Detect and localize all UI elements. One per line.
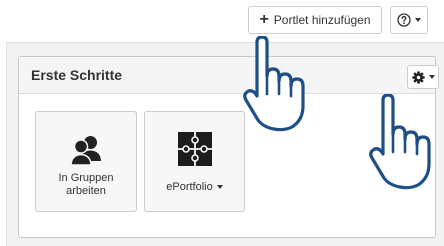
tile-eportfolio-text: ePortfolio xyxy=(166,181,213,193)
tile-eportfolio[interactable]: ePortfolio xyxy=(144,111,245,212)
users-icon xyxy=(71,136,101,166)
tile-groups[interactable]: In Gruppen arbeiten xyxy=(35,111,137,212)
plus-icon: + xyxy=(259,11,269,28)
add-portlet-label: Portlet hinzufügen xyxy=(273,13,371,27)
chevron-down-icon xyxy=(415,18,421,22)
help-menu-button[interactable] xyxy=(390,6,428,34)
tile-eportfolio-label: ePortfolio xyxy=(149,181,240,194)
portlet-header: Erste Schritte xyxy=(19,57,439,94)
chevron-down-icon xyxy=(428,75,435,79)
hand-pointer-icon xyxy=(243,36,305,132)
portlet-settings-button[interactable] xyxy=(407,65,439,89)
gear-icon xyxy=(411,70,425,84)
portlet-title: Erste Schritte xyxy=(31,67,123,83)
puzzle-icon xyxy=(177,132,212,166)
chevron-down-icon xyxy=(216,185,223,190)
hand-pointer-icon xyxy=(369,94,431,190)
add-portlet-button[interactable]: + Portlet hinzufügen xyxy=(248,6,382,34)
top-toolbar: + Portlet hinzufügen xyxy=(0,0,444,40)
tile-groups-label: In Gruppen arbeiten xyxy=(58,172,114,197)
question-circle-icon xyxy=(397,13,411,27)
